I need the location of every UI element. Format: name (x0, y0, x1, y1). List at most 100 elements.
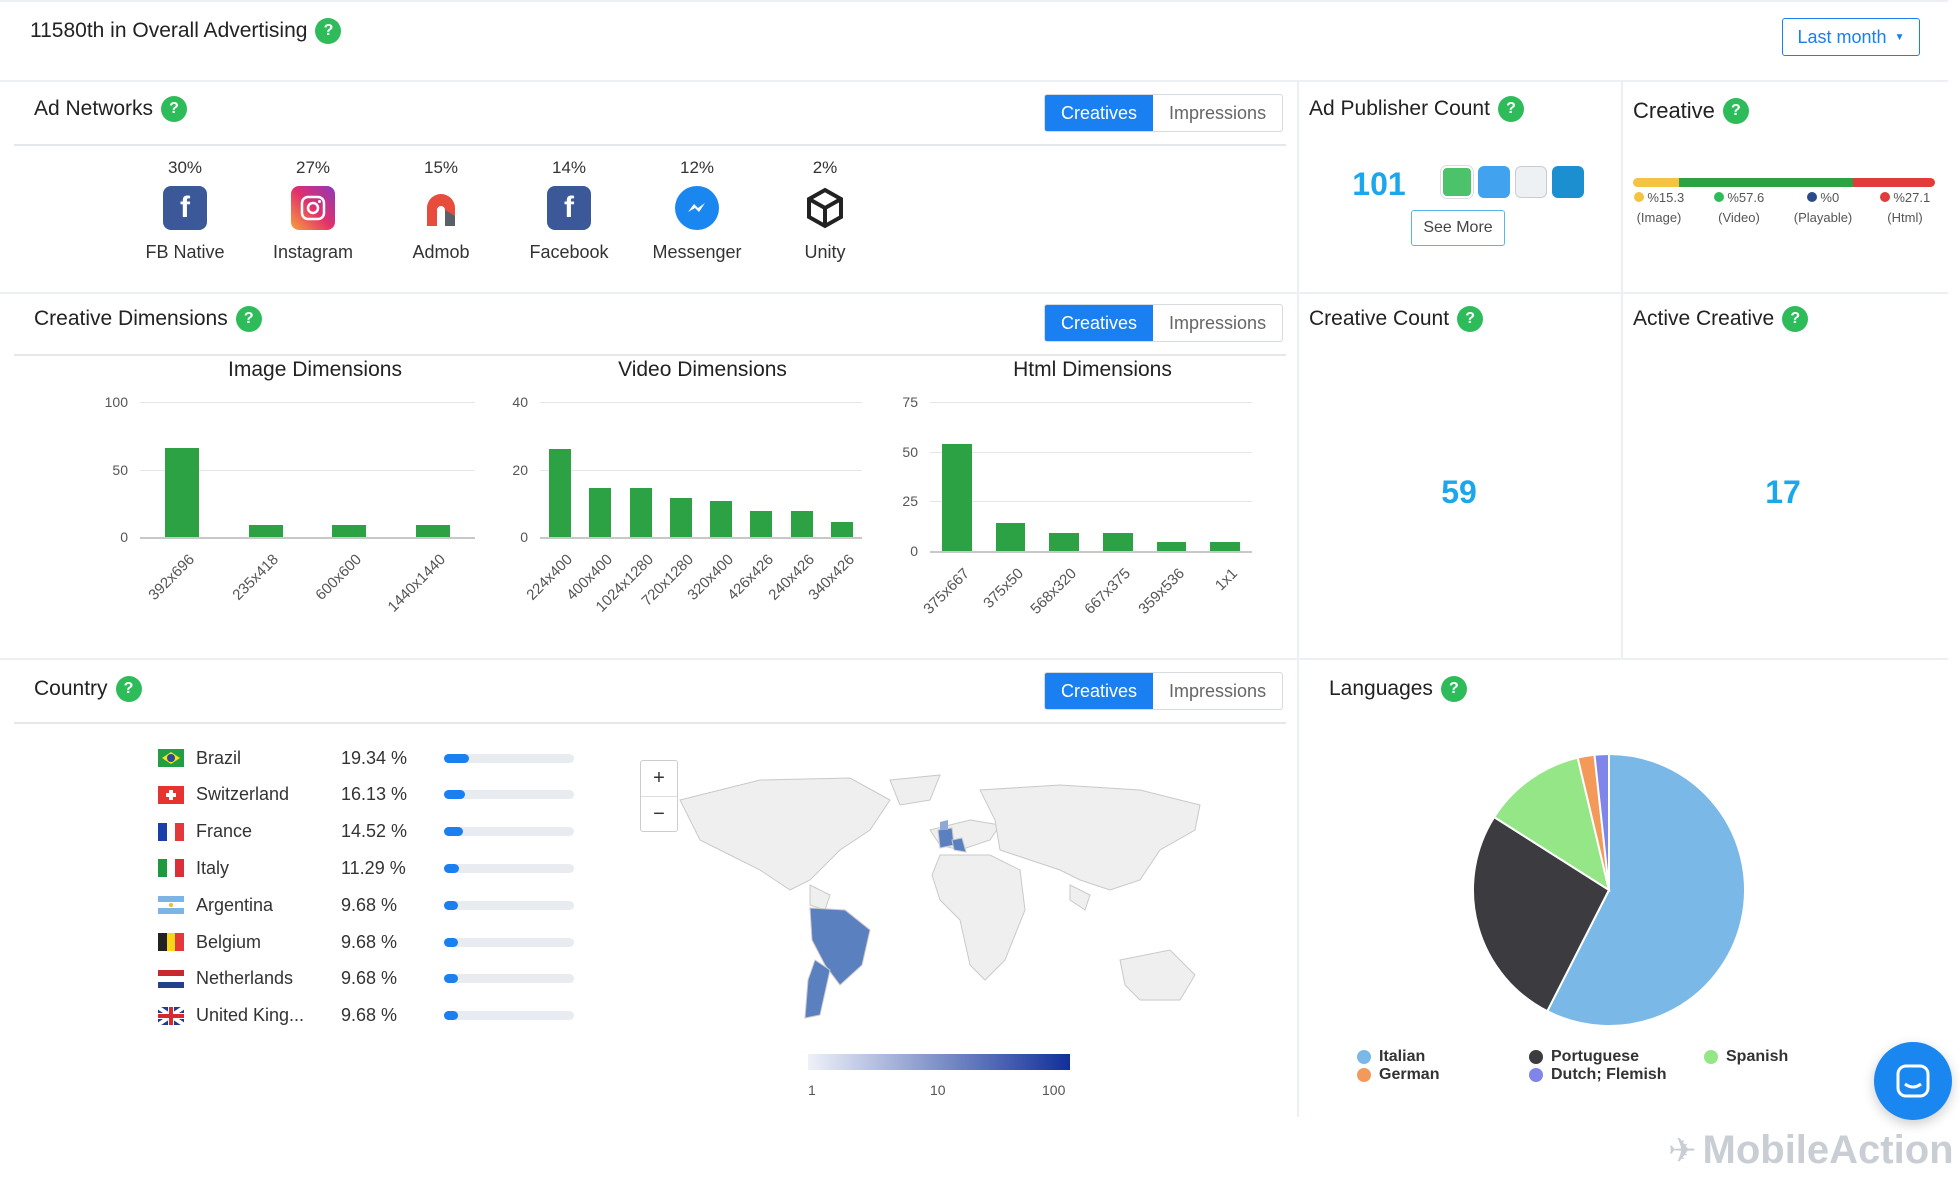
uk-flag (158, 1006, 184, 1025)
country-percent: 16.13 % (341, 784, 408, 805)
y-tick-label: 25 (902, 493, 918, 510)
period-dropdown-button[interactable]: Last month ▼ (1782, 18, 1920, 56)
legend-italian[interactable]: Italian (1357, 1048, 1425, 1066)
ad-network-fb-native: 30% f FB Native (145, 158, 225, 262)
languages-pie-chart (1472, 752, 1746, 1027)
chart-bar[interactable] (942, 443, 972, 551)
world-map[interactable]: + − (640, 760, 1230, 1040)
country-percent: 19.34 % (341, 747, 408, 768)
legend-spanish[interactable]: Spanish (1704, 1048, 1788, 1066)
country-panel: Country ? Creatives Impressions Brazil 19… (0, 660, 1297, 1118)
help-icon[interactable]: ? (1722, 98, 1749, 124)
divider (14, 144, 1286, 146)
impressions-tab[interactable]: Impressions (1153, 95, 1282, 131)
admob-icon (419, 186, 463, 230)
chart-bar[interactable] (1049, 533, 1079, 551)
country-row[interactable]: Brazil 19.34 % (158, 744, 574, 772)
chart-bar[interactable] (589, 488, 612, 537)
country-row[interactable]: Belgium 9.68 % (158, 928, 574, 956)
creative-bar-segment (1633, 178, 1680, 187)
country-progress-fill (444, 863, 459, 873)
map-scale-label: 100 (1042, 1082, 1066, 1098)
chart-bar[interactable] (710, 500, 733, 537)
country-progress-fill (444, 790, 465, 800)
chart-bar[interactable] (416, 524, 451, 537)
creative-bar-segment (1853, 178, 1935, 187)
languages-panel: Languages ? Italian German Portuguese Du… (1299, 660, 1948, 1118)
legend-portuguese[interactable]: Portuguese (1529, 1048, 1639, 1066)
chart-bar[interactable] (1210, 542, 1240, 551)
chart-bar[interactable] (1156, 542, 1187, 551)
map-color-scale (808, 1054, 1070, 1070)
chart-bar[interactable] (750, 510, 773, 537)
chart-bar[interactable] (248, 524, 283, 537)
chart-bar[interactable] (995, 523, 1026, 551)
chart-title: Image Dimensions (228, 358, 402, 381)
creative-bar-segment (1679, 178, 1854, 187)
chart-bar[interactable] (629, 488, 652, 537)
country-percent: 9.68 % (341, 1005, 398, 1026)
chart-bar[interactable] (164, 447, 199, 537)
country-percent: 11.29 % (341, 857, 406, 878)
dimension-charts: Image Dimensions 100 50 0 392x696 235x418 600x… (0, 294, 1297, 660)
creative-dimensions-panel: Creative Dimensions ? Creatives Impressi… (0, 294, 1297, 660)
country-progress-bar (444, 863, 574, 873)
app-icon[interactable] (1515, 166, 1547, 198)
country-progress-fill (444, 937, 458, 947)
app-icon[interactable] (1552, 166, 1584, 198)
chart-bar[interactable] (549, 449, 572, 537)
help-icon[interactable]: ? (1782, 306, 1809, 332)
y-tick-label: 40 (512, 394, 528, 410)
chat-icon (1896, 1064, 1930, 1098)
chart-title: Video Dimensions (618, 358, 787, 381)
country-row[interactable]: United King... 9.68 % (158, 1002, 574, 1030)
help-icon[interactable]: ? (1457, 306, 1484, 332)
chart-bar[interactable] (332, 524, 367, 537)
chart-bar[interactable] (830, 521, 853, 537)
creative-count-panel: Creative Count ? 59 (1299, 294, 1621, 660)
netherlands-flag (158, 969, 184, 988)
app-icon[interactable] (1478, 166, 1510, 198)
y-tick-label: 0 (910, 543, 918, 559)
argentina-flag (158, 896, 184, 915)
creative-legend-playable: %0 (Playable) (1793, 190, 1853, 225)
impressions-tab[interactable]: Impressions (1153, 673, 1282, 709)
country-progress-fill (444, 753, 470, 763)
country-row[interactable]: Argentina 9.68 % (158, 891, 574, 919)
legend-german[interactable]: German (1357, 1066, 1439, 1084)
x-axis (540, 537, 862, 539)
help-icon[interactable]: ? (1497, 96, 1524, 122)
help-icon[interactable]: ? (115, 676, 142, 702)
chart-bar[interactable] (669, 498, 692, 537)
y-tick-label: 75 (902, 394, 918, 410)
legend-dutch-flemish[interactable]: Dutch; Flemish (1529, 1066, 1667, 1084)
map-scale-label: 10 (930, 1082, 946, 1098)
chat-launcher-button[interactable] (1874, 1042, 1952, 1120)
country-name: Netherlands (196, 968, 294, 989)
country-row[interactable]: Netherlands 9.68 % (158, 965, 574, 993)
help-icon[interactable]: ? (161, 96, 188, 122)
chart-bar[interactable] (1103, 533, 1133, 551)
rank-title: 11580th in Overall Advertising ? (30, 18, 342, 44)
zoom-in-button[interactable]: + (641, 761, 677, 797)
chart-bar[interactable] (790, 510, 813, 537)
country-percent: 9.68 % (341, 894, 398, 915)
creatives-tab[interactable]: Creatives (1045, 95, 1154, 131)
country-row[interactable]: France 14.52 % (158, 818, 574, 846)
chart-title: Html Dimensions (1013, 358, 1172, 381)
see-more-button[interactable]: See More (1411, 210, 1505, 246)
help-icon[interactable]: ? (315, 18, 342, 44)
unity-icon (803, 186, 847, 230)
help-icon[interactable]: ? (1440, 676, 1467, 702)
app-icon[interactable] (1441, 166, 1473, 198)
creatives-tab[interactable]: Creatives (1045, 673, 1154, 709)
country-row[interactable]: Switzerland 16.13 % (158, 781, 574, 809)
creative-title: Creative ? (1633, 98, 1749, 124)
creative-legend-html: %27.1 (Html) (1873, 188, 1937, 228)
creative-panel: Creative ? %15.3 (Image) %57.6 (Video) %0(… (1623, 82, 1948, 294)
zoom-out-button[interactable]: − (641, 797, 677, 832)
country-row[interactable]: Italy 11.29 % (158, 854, 574, 882)
divider (14, 722, 1286, 724)
messenger-icon (675, 186, 719, 230)
country-progress-bar (444, 1011, 574, 1021)
